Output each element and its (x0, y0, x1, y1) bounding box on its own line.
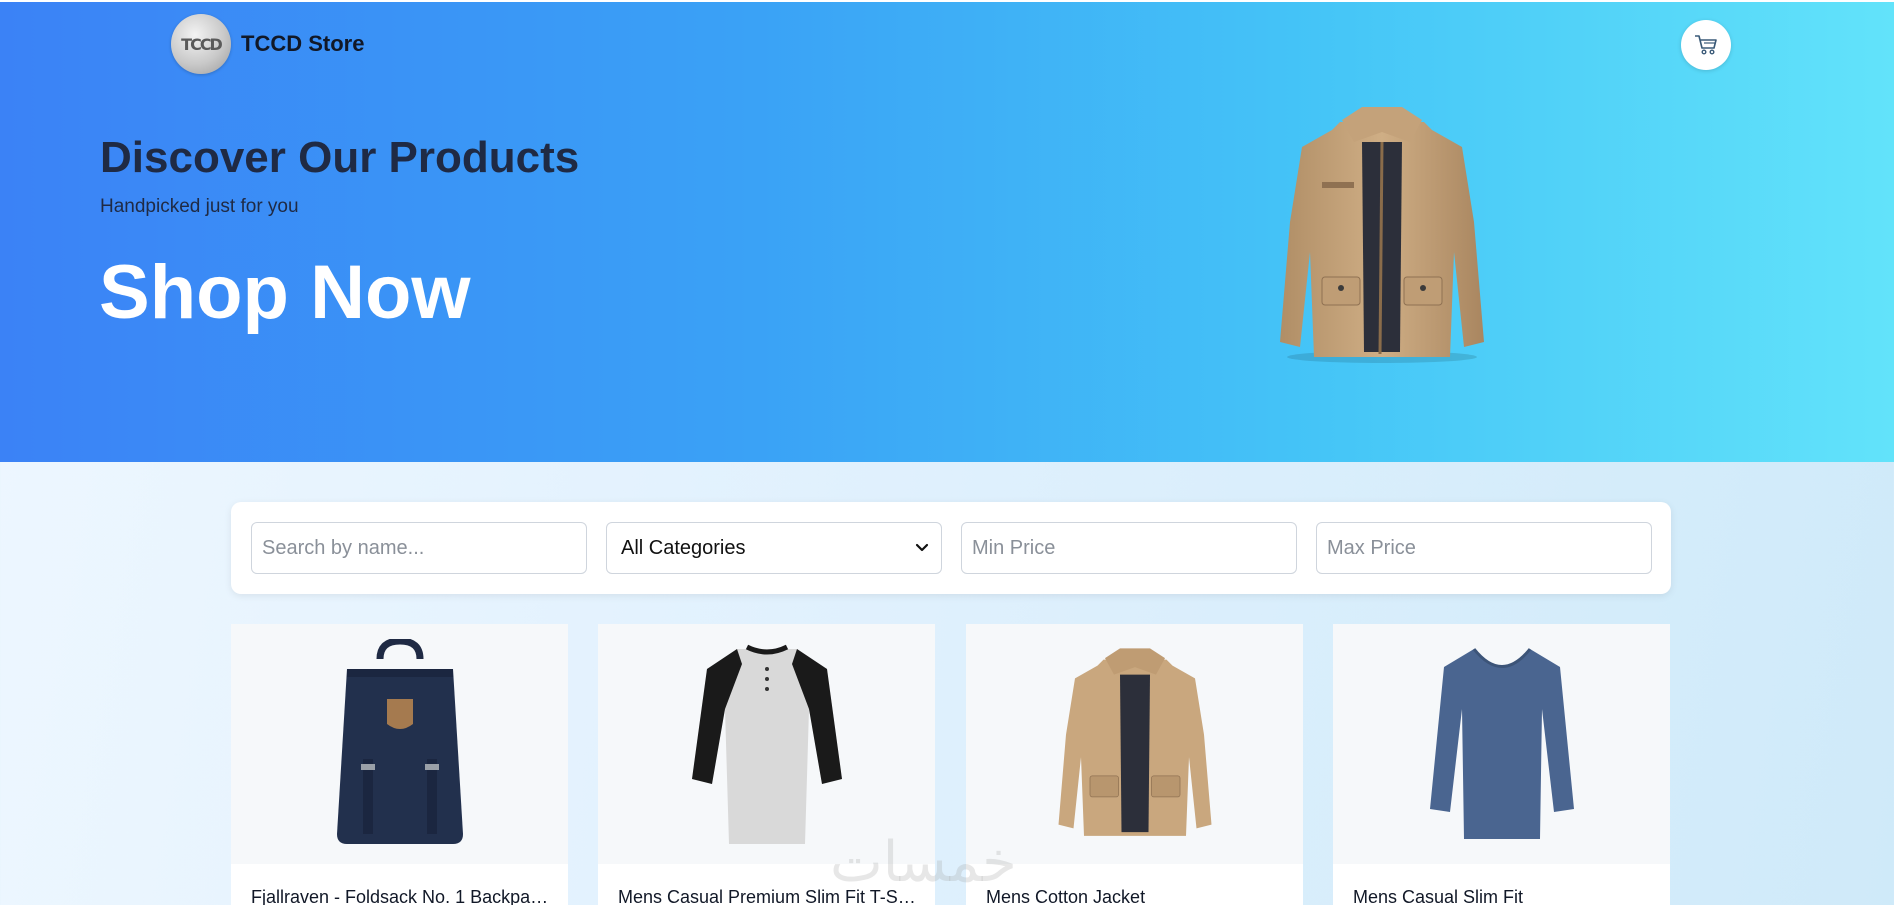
product-title[interactable]: Mens Cotton Jacket (986, 887, 1286, 905)
product-card[interactable]: Fjallraven - Foldsack No. 1 Backpack, Fi… (231, 624, 568, 905)
cart-icon (1695, 35, 1717, 55)
product-image-box (598, 624, 935, 864)
product-title[interactable]: Mens Casual Slim Fit (1353, 887, 1653, 905)
backpack-image (336, 639, 463, 844)
watermark: خمسات (830, 830, 1017, 895)
product-image-box (966, 624, 1303, 864)
category-select[interactable]: All Categories (606, 522, 942, 574)
product-card[interactable]: Mens Casual Slim Fit (1333, 624, 1670, 905)
shop-now-button[interactable]: Shop Now (99, 249, 471, 336)
store-logo: TCCD (171, 14, 231, 74)
chevron-down-icon (915, 543, 929, 552)
jacket-image (1058, 648, 1211, 836)
brand[interactable]: TCCD TCCD Store (171, 14, 364, 74)
hero-subtitle: Handpicked just for you (100, 196, 299, 217)
product-image-box (231, 624, 568, 864)
search-input[interactable] (251, 522, 587, 574)
min-price-input[interactable] (961, 522, 1297, 574)
hero-jacket-image (1280, 107, 1484, 363)
raglan-tshirt-image (691, 644, 842, 844)
category-select-value: All Categories (621, 536, 746, 559)
brand-name: TCCD Store (241, 31, 365, 56)
longsleeve-shirt-image (1429, 648, 1574, 839)
hero-title: Discover Our Products (100, 133, 580, 182)
logo-text: TCCD (181, 34, 223, 54)
hero-banner: TCCD TCCD Store Discover Our Products Ha… (0, 0, 1894, 462)
product-title[interactable]: Fjallraven - Foldsack No. 1 Backpack, Fi… (251, 887, 551, 905)
cart-button[interactable] (1681, 20, 1731, 70)
filter-bar: All Categories (231, 502, 1671, 594)
max-price-input[interactable] (1316, 522, 1652, 574)
product-image-box (1333, 624, 1670, 864)
